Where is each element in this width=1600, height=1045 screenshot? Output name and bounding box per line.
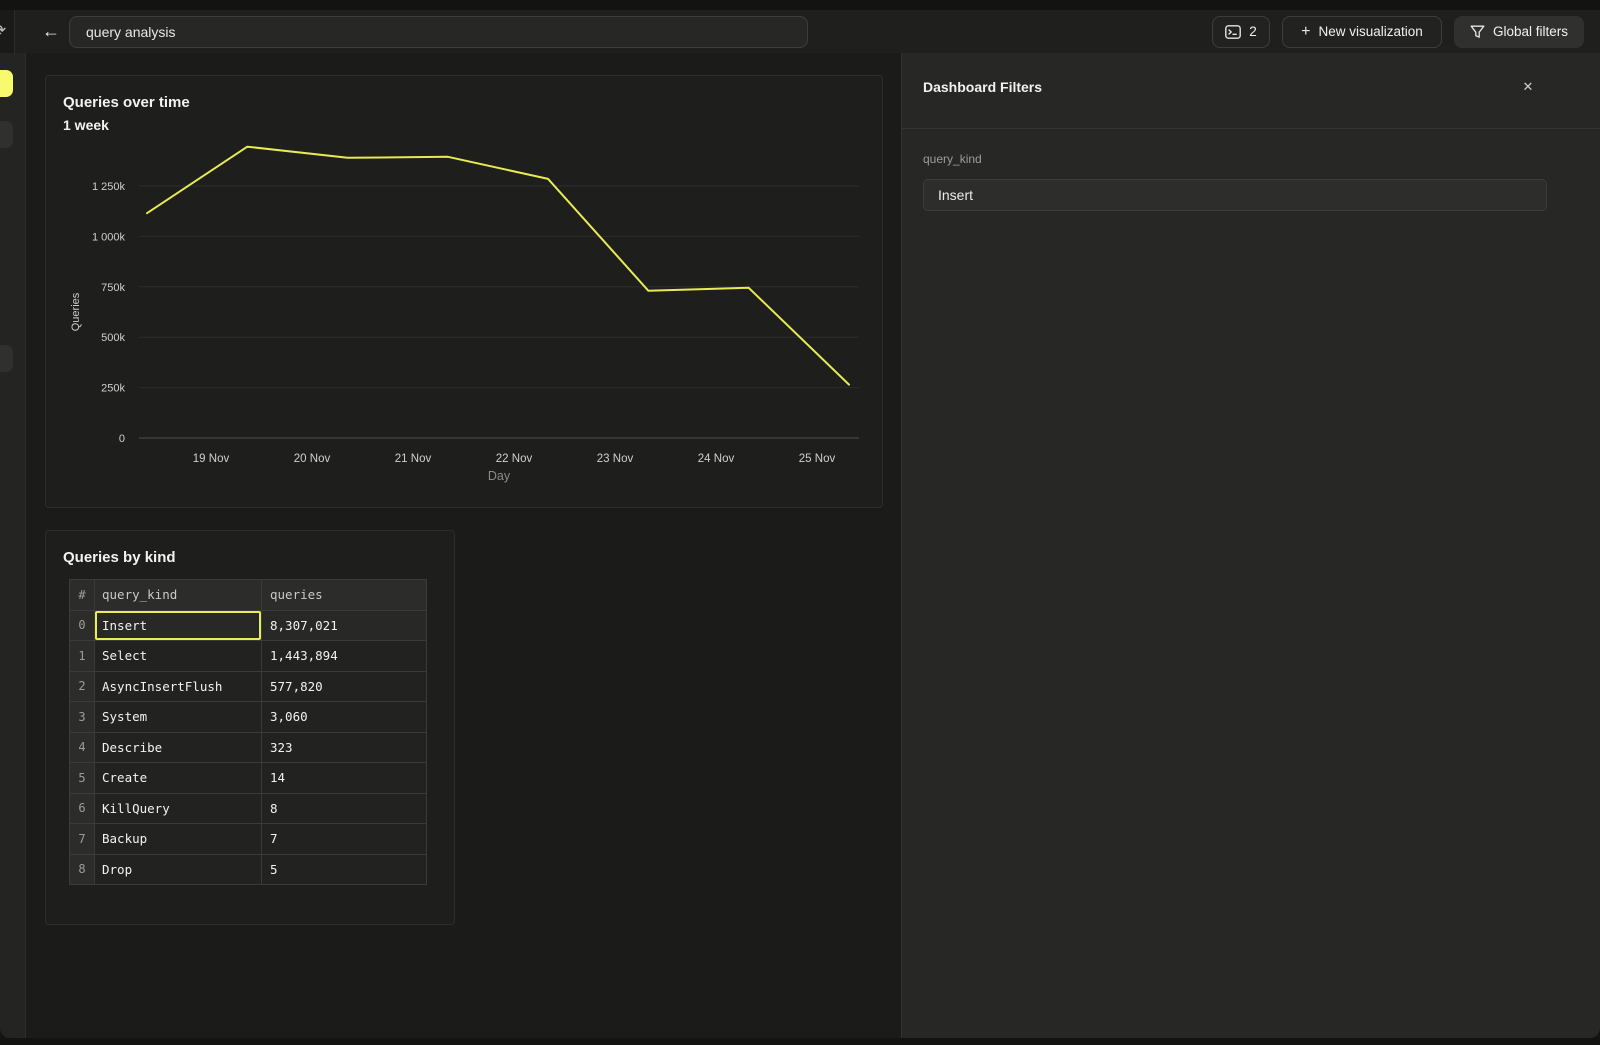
table-row: 3System3,060: [70, 702, 427, 733]
plus-icon: +: [1301, 23, 1310, 41]
queries-count-cell[interactable]: 3,060: [262, 702, 427, 733]
x-tick-label: 23 Nov: [597, 453, 634, 465]
y-tick-label: 1 250k: [92, 181, 126, 193]
queries-count-cell[interactable]: 14: [262, 763, 427, 794]
close-icon[interactable]: ✕: [1518, 77, 1538, 97]
table-row: 2AsyncInsertFlush577,820: [70, 671, 427, 702]
row-index-cell[interactable]: 6: [70, 793, 95, 824]
y-axis-title: Queries: [70, 292, 82, 331]
column-header-index[interactable]: #: [70, 580, 95, 611]
queries-count-cell[interactable]: 8: [262, 793, 427, 824]
main-area: Queries over time 1 week 0250k500k750k1 …: [26, 53, 901, 1038]
global-filters-label: Global filters: [1493, 24, 1568, 39]
global-filters-button[interactable]: Global filters: [1454, 16, 1584, 48]
query-kind-cell[interactable]: Backup: [95, 824, 262, 855]
table-row: 1Select1,443,894: [70, 641, 427, 672]
row-index-cell[interactable]: 4: [70, 732, 95, 763]
row-index-cell[interactable]: 5: [70, 763, 95, 794]
table-row: 7Backup7: [70, 824, 427, 855]
panel-divider: [902, 128, 1600, 129]
query-kind-cell[interactable]: System: [95, 702, 262, 733]
app-window: ⟳ ← 2 + New visualization Global filters: [0, 0, 1600, 1045]
queries-count-cell[interactable]: 5: [262, 854, 427, 885]
x-tick-label: 22 Nov: [496, 453, 533, 465]
table-row: 6KillQuery8: [70, 793, 427, 824]
queries-over-time-chart[interactable]: 0 250k 500k 750k 1 000k 1 250k 19 Nov 20 Nov 21 …: [46, 76, 884, 509]
queries-over-time-card: Queries over time 1 week 0250k500k750k1 …: [45, 75, 883, 508]
queries-count-cell[interactable]: 1,443,894: [262, 641, 427, 672]
sidebar-item-2[interactable]: [0, 121, 13, 148]
row-index-cell[interactable]: 7: [70, 824, 95, 855]
query-kind-filter-label: query_kind: [923, 152, 982, 166]
query-kind-cell[interactable]: Select: [95, 641, 262, 672]
query-tabs-button[interactable]: 2: [1212, 16, 1270, 48]
topbar: ⟳ ← 2 + New visualization Global filters: [0, 10, 1600, 53]
query-kind-cell[interactable]: Insert: [95, 610, 262, 641]
row-index-cell[interactable]: 1: [70, 641, 95, 672]
x-tick-label: 24 Nov: [698, 453, 735, 465]
query-tabs-count: 2: [1249, 24, 1257, 39]
query-kind-filter-input[interactable]: [923, 179, 1547, 211]
y-tick-label: 750k: [101, 282, 125, 294]
y-tick-label: 500k: [101, 332, 125, 344]
queries-count-cell[interactable]: 8,307,021: [262, 610, 427, 641]
sidebar-item-dashboard-active[interactable]: [0, 70, 13, 97]
x-tick-label: 19 Nov: [193, 453, 230, 465]
terminal-icon: [1225, 25, 1241, 39]
column-header-queries[interactable]: queries: [262, 580, 427, 611]
queries-by-kind-card: Queries by kind # query_kind queries 0In…: [45, 530, 455, 925]
query-kind-cell[interactable]: Describe: [95, 732, 262, 763]
queries-line-series: [147, 147, 849, 385]
query-kind-cell[interactable]: KillQuery: [95, 793, 262, 824]
new-visualization-button[interactable]: + New visualization: [1282, 16, 1442, 48]
sidebar-item-3[interactable]: [0, 345, 13, 372]
column-header-query-kind[interactable]: query_kind: [95, 580, 262, 611]
y-tick-label: 1 000k: [92, 231, 126, 243]
filters-panel-title: Dashboard Filters: [923, 79, 1042, 95]
content-row: Queries over time 1 week 0250k500k750k1 …: [0, 53, 1600, 1038]
dashboard-title-input[interactable]: [69, 16, 808, 48]
back-button[interactable]: ←: [39, 20, 63, 44]
queries-by-kind-table: # query_kind queries 0Insert8,307,0211Se…: [69, 579, 427, 885]
refresh-icon[interactable]: ⟳: [0, 21, 6, 41]
x-axis-title: Day: [488, 469, 511, 483]
queries-count-cell[interactable]: 577,820: [262, 671, 427, 702]
x-tick-label: 25 Nov: [799, 453, 836, 465]
table-row: 0Insert8,307,021: [70, 610, 427, 641]
query-kind-cell[interactable]: Create: [95, 763, 262, 794]
table-row: 8Drop5: [70, 854, 427, 885]
queries-count-cell[interactable]: 323: [262, 732, 427, 763]
funnel-icon: [1470, 25, 1485, 39]
table-header-row: # query_kind queries: [70, 580, 427, 611]
table-title: Queries by kind: [63, 549, 176, 566]
table-row: 5Create14: [70, 763, 427, 794]
new-visualization-label: New visualization: [1319, 24, 1423, 39]
row-index-cell[interactable]: 3: [70, 702, 95, 733]
row-index-cell[interactable]: 0: [70, 610, 95, 641]
sidebar: [0, 53, 26, 1038]
topbar-rail: ⟳: [0, 10, 15, 53]
x-tick-label: 21 Nov: [395, 453, 432, 465]
x-tick-label: 20 Nov: [294, 453, 331, 465]
row-index-cell[interactable]: 2: [70, 671, 95, 702]
row-index-cell[interactable]: 8: [70, 854, 95, 885]
query-kind-cell[interactable]: AsyncInsertFlush: [95, 671, 262, 702]
query-kind-cell[interactable]: Drop: [95, 854, 262, 885]
table-row: 4Describe323: [70, 732, 427, 763]
queries-count-cell[interactable]: 7: [262, 824, 427, 855]
dashboard-filters-panel: Dashboard Filters ✕ query_kind: [901, 53, 1600, 1038]
y-tick-label: 0: [119, 433, 125, 445]
y-tick-label: 250k: [101, 383, 125, 395]
